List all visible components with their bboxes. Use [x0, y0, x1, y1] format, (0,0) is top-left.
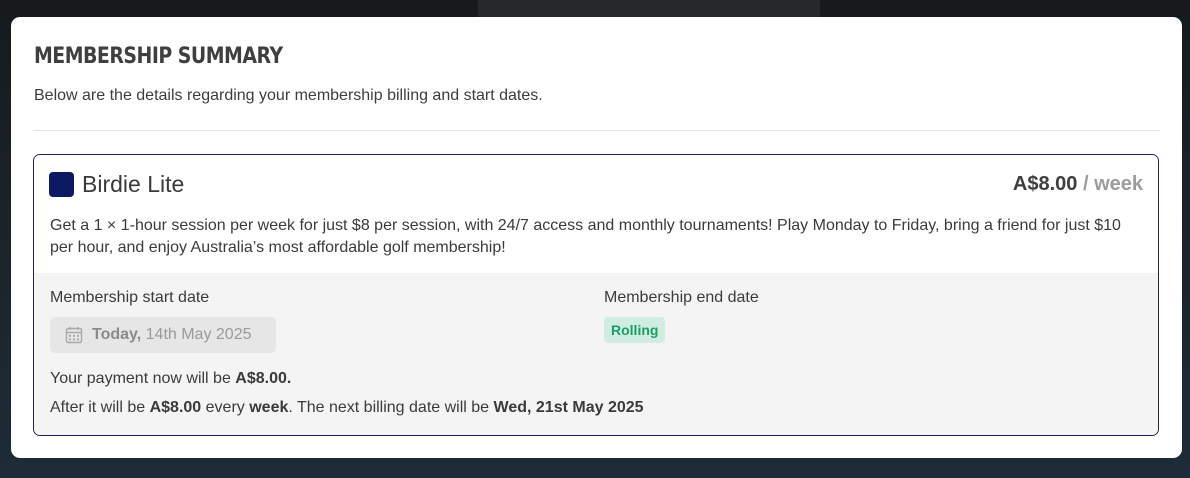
divider [33, 130, 1160, 131]
payment-now-line: Your payment now will be A$8.00. [50, 370, 291, 388]
plan-header: Birdie Lite A$8.00 / week Get a 1 × 1-ho… [34, 155, 1158, 273]
plan-color-swatch [49, 172, 74, 197]
plan-price-amount: A$8.00 [1012, 173, 1078, 195]
summary-subtitle: Below are the details regarding your mem… [34, 87, 543, 104]
payment-after-prefix: After it will be [50, 399, 146, 416]
payment-after-period: week [249, 399, 289, 416]
start-date-value: Today, 14th May 2025 [92, 326, 252, 344]
payment-after-line: After it will be A$8.00 every week. The … [50, 399, 644, 417]
start-date-day: Today, [92, 326, 142, 343]
plan-price: A$8.00 / week [1013, 173, 1143, 196]
plan-description: Get a 1 × 1-hour session per week for ju… [50, 217, 1121, 256]
payment-now-amount: A$8.00. [235, 370, 292, 387]
payment-after-every: every [205, 399, 245, 416]
payment-now-prefix: Your payment now will be [50, 370, 231, 387]
background-bar [478, 0, 820, 18]
membership-summary-card: MEMBERSHIP SUMMARY Below are the details… [11, 17, 1182, 458]
start-date-label: Membership start date [50, 289, 210, 306]
payment-after-suffix: . The next billing date will be [288, 399, 490, 416]
next-billing-date: Wed, 21st May 2025 [493, 399, 644, 416]
plan-card: Birdie Lite A$8.00 / week Get a 1 × 1-ho… [33, 154, 1159, 436]
end-date-label: Membership end date [604, 289, 759, 306]
plan-price-period: / week [1082, 173, 1143, 195]
rolling-badge: Rolling [604, 317, 666, 343]
plan-name: Birdie Lite [82, 171, 185, 197]
payment-after-amount: A$8.00 [149, 399, 202, 416]
plan-billing-details: Membership start date Membership end dat… [34, 273, 1158, 435]
start-date-field: Today, 14th May 2025 [50, 317, 276, 353]
calendar-icon [65, 326, 83, 344]
summary-title: MEMBERSHIP SUMMARY [34, 44, 283, 69]
start-date-date: 14th May 2025 [145, 326, 252, 343]
